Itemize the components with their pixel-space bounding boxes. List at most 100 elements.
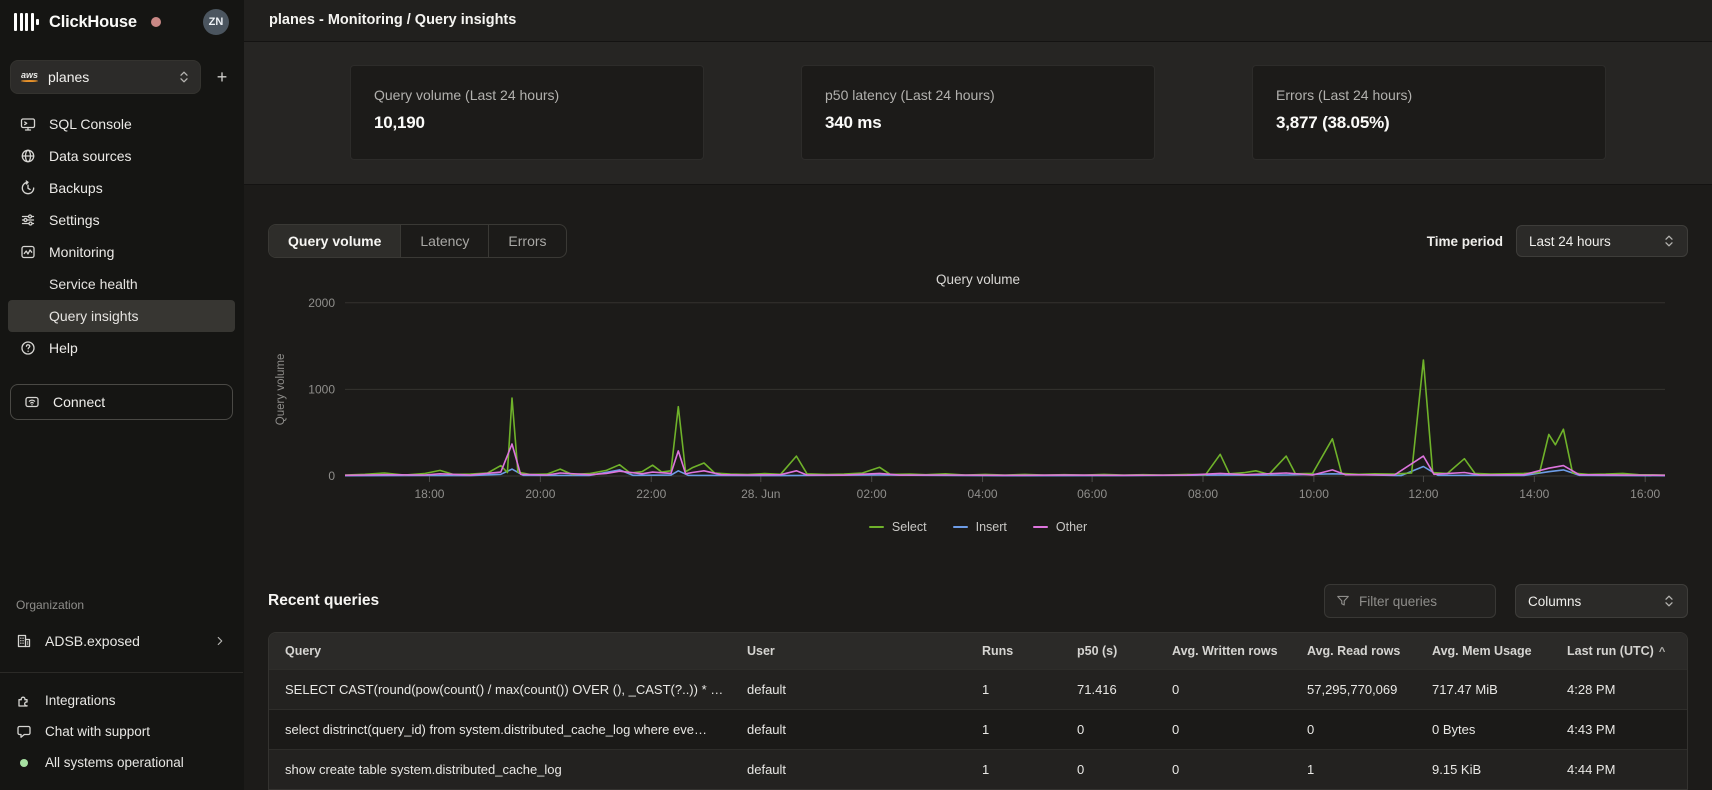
sidebar-item-label: Settings	[49, 212, 100, 228]
column-header[interactable]: User	[731, 644, 966, 658]
sidebar-item-monitoring[interactable]: Monitoring	[8, 236, 235, 268]
x-tick-label: 04:00	[968, 487, 998, 501]
status-dot	[16, 755, 32, 771]
table-cell: 0	[1156, 722, 1291, 737]
page-title: planes - Monitoring / Query insights	[269, 12, 516, 28]
tab-query-volume[interactable]: Query volume	[269, 225, 401, 257]
table-cell: 4:43 PM	[1551, 722, 1687, 737]
table-row[interactable]: show create table system.distributed_cac…	[269, 749, 1687, 789]
filter-queries-input[interactable]	[1359, 594, 1469, 609]
table-header-row: QueryUserRunsp50 (s)Avg. Written rowsAvg…	[269, 633, 1687, 669]
sort-ascending-icon: ^	[1659, 646, 1665, 658]
filter-queries-field[interactable]	[1324, 584, 1496, 618]
organization-icon	[16, 633, 32, 649]
recent-queries-table: QueryUserRunsp50 (s)Avg. Written rowsAvg…	[268, 632, 1688, 790]
footer-item-label: Integrations	[45, 693, 116, 708]
stat-label: p50 latency (Last 24 hours)	[825, 87, 1131, 103]
sidebar-item-backups[interactable]: Backups	[8, 172, 235, 204]
system-status-label: All systems operational	[45, 755, 184, 770]
table-row[interactable]: SELECT CAST(round(pow(count() / max(coun…	[269, 669, 1687, 709]
page-header: planes - Monitoring / Query insights	[244, 0, 1712, 42]
time-period-select[interactable]: Last 24 hours	[1516, 225, 1688, 257]
help-icon	[20, 340, 36, 356]
legend-item-insert[interactable]: Insert	[953, 520, 1007, 534]
recent-queries-title: Recent queries	[268, 592, 379, 610]
table-cell: 9.15 KiB	[1416, 762, 1551, 777]
stat-value: 340 ms	[825, 113, 1131, 133]
sidebar-item-settings[interactable]: Settings	[8, 204, 235, 236]
tab-latency[interactable]: Latency	[401, 225, 489, 257]
table-cell: 1	[1291, 762, 1416, 777]
connect-icon	[24, 394, 40, 410]
table-cell: 0	[1156, 762, 1291, 777]
aws-icon: aws	[21, 70, 38, 82]
sidebar-divider	[0, 672, 243, 673]
column-header[interactable]: Avg. Read rows	[1291, 644, 1416, 658]
sidebar-subitem-label: Service health	[49, 276, 138, 292]
column-header[interactable]: Query	[269, 644, 731, 658]
legend-swatch	[953, 526, 968, 529]
recent-queries-header: Recent queries Columns	[268, 584, 1688, 618]
stat-label: Errors (Last 24 hours)	[1276, 87, 1582, 103]
tab-errors[interactable]: Errors	[489, 225, 565, 257]
chart[interactable]: 01000200018:0020:0022:0028. Jun02:0004:0…	[268, 287, 1688, 514]
footer-item-label: Chat with support	[45, 724, 150, 739]
table-cell: 0	[1061, 722, 1156, 737]
legend-swatch	[869, 526, 884, 529]
sidebar-item-sql-console[interactable]: SQL Console	[8, 108, 235, 140]
time-period-label: Time period	[1427, 234, 1503, 249]
sidebar-item-query-insights[interactable]: Query insights	[8, 300, 235, 332]
legend-label: Select	[892, 520, 927, 534]
legend-item-select[interactable]: Select	[869, 520, 927, 534]
sidebar-header: ClickHouse ZN	[0, 0, 243, 44]
sql-console-icon	[20, 116, 36, 132]
y-tick-label: 0	[328, 469, 335, 483]
sidebar-item-help[interactable]: Help	[8, 332, 235, 364]
time-period-control: Time period Last 24 hours	[1427, 225, 1688, 257]
connect-button[interactable]: Connect	[10, 384, 233, 420]
chevron-updown-icon	[1663, 594, 1675, 608]
legend-label: Insert	[976, 520, 1007, 534]
service-name: planes	[48, 69, 168, 85]
table-cell: 57,295,770,069	[1291, 682, 1416, 697]
table-row[interactable]: select distrinct(query_id) from system.d…	[269, 709, 1687, 749]
sidebar: ClickHouse ZN aws planes + SQL Console	[0, 0, 244, 790]
table-cell: 4:28 PM	[1551, 682, 1687, 697]
column-header[interactable]: p50 (s)	[1061, 644, 1156, 658]
add-service-button[interactable]: +	[211, 67, 233, 88]
column-header[interactable]: Avg. Mem Usage	[1416, 644, 1551, 658]
system-status-link[interactable]: All systems operational	[0, 747, 243, 778]
clickhouse-logo-icon[interactable]	[14, 12, 39, 32]
table-cell: default	[731, 722, 966, 737]
data-sources-icon	[20, 148, 36, 164]
legend-label: Other	[1056, 520, 1087, 534]
legend-item-other[interactable]: Other	[1033, 520, 1087, 534]
chevron-updown-icon	[178, 70, 190, 84]
funnel-icon	[1336, 594, 1350, 608]
brand-name[interactable]: ClickHouse	[49, 13, 137, 32]
connect-label: Connect	[53, 394, 105, 410]
table-cell: default	[731, 682, 966, 697]
sidebar-item-integrations[interactable]: Integrations	[0, 685, 243, 716]
organization-item[interactable]: ADSB.exposed	[8, 624, 235, 658]
table-cell: 1	[966, 722, 1061, 737]
clickhouse-cloud-app: ClickHouse ZN aws planes + SQL Console	[0, 0, 1712, 790]
table-cell: default	[731, 762, 966, 777]
main-area: planes - Monitoring / Query insights Que…	[244, 0, 1712, 790]
backups-icon	[20, 180, 36, 196]
time-period-value: Last 24 hours	[1529, 234, 1611, 249]
avatar[interactable]: ZN	[203, 9, 229, 35]
sidebar-item-data-sources[interactable]: Data sources	[8, 140, 235, 172]
sidebar-item-chat-support[interactable]: Chat with support	[0, 716, 243, 747]
y-axis-label: Query volume	[275, 354, 287, 426]
column-header[interactable]: Last run (UTC)^	[1551, 644, 1687, 658]
column-header[interactable]: Runs	[966, 644, 1061, 658]
table-cell: 4:44 PM	[1551, 762, 1687, 777]
query-cell: SELECT CAST(round(pow(count() / max(coun…	[269, 682, 731, 697]
y-tick-label: 2000	[308, 296, 335, 310]
sidebar-item-service-health[interactable]: Service health	[8, 268, 235, 300]
service-select[interactable]: aws planes	[10, 60, 201, 94]
table-cell: 1	[966, 682, 1061, 697]
column-header[interactable]: Avg. Written rows	[1156, 644, 1291, 658]
columns-select[interactable]: Columns	[1515, 584, 1688, 618]
